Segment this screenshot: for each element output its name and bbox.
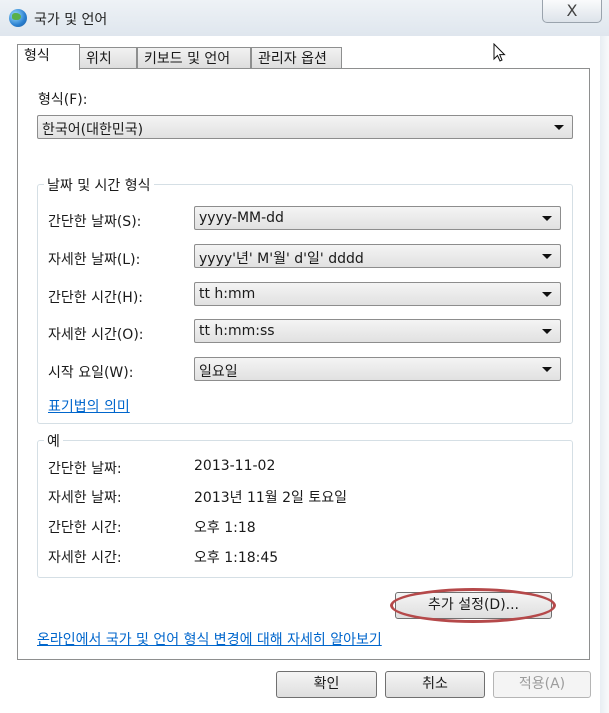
short-date-value: yyyy-MM-dd (199, 210, 284, 226)
chevron-down-icon (542, 329, 552, 334)
chevron-down-icon (542, 216, 552, 221)
first-day-label: 시작 요일(W): (48, 365, 134, 381)
short-date-label: 간단한 날짜(S): (48, 214, 142, 230)
long-time-label: 자세한 시간(O): (48, 327, 144, 343)
example-long-date-value: 2013년 11월 2일 토요일 (194, 490, 347, 506)
example-long-time-label: 자세한 시간: (48, 550, 122, 566)
short-time-dropdown[interactable]: tt h:mm (194, 282, 561, 306)
example-long-time-value: 오후 1:18:45 (194, 550, 279, 566)
tab-location[interactable]: 위치 (79, 47, 137, 69)
cancel-button[interactable]: 취소 (385, 671, 485, 698)
example-short-date-label: 간단한 날짜: (48, 461, 122, 477)
first-day-dropdown[interactable]: 일요일 (194, 357, 561, 381)
datetime-group-title: 날짜 및 시간 형식 (44, 175, 154, 195)
apply-button[interactable]: 적용(A) (493, 671, 591, 698)
short-time-label: 간단한 시간(H): (48, 290, 144, 306)
example-short-date-value: 2013-11-02 (194, 458, 276, 474)
example-short-time-label: 간단한 시간: (48, 520, 122, 536)
ok-button[interactable]: 확인 (276, 671, 377, 698)
window-title: 국가 및 언어 (34, 12, 108, 28)
tab-keyboards-languages[interactable]: 키보드 및 언어 (137, 47, 251, 69)
title-bar: 국가 및 언어 X (0, 0, 609, 36)
close-button[interactable]: X (542, 0, 602, 23)
example-short-time-value: 오후 1:18 (194, 520, 256, 536)
chevron-down-icon (542, 254, 552, 259)
additional-settings-button[interactable]: 추가 설정(D)... (395, 592, 552, 619)
long-time-value: tt h:mm:ss (199, 323, 275, 339)
chevron-down-icon (542, 292, 552, 297)
format-dropdown[interactable]: 한국어(대한민국) (37, 115, 573, 139)
online-help-link[interactable]: 온라인에서 국가 및 언어 형식 변경에 대해 자세히 알아보기 (37, 629, 382, 649)
window-frame-edge (600, 36, 609, 713)
long-date-label: 자세한 날짜(L): (48, 252, 141, 268)
notation-meaning-link[interactable]: 표기법의 의미 (48, 396, 130, 416)
short-date-dropdown[interactable]: yyyy-MM-dd (194, 206, 561, 230)
chevron-down-icon (542, 367, 552, 372)
globe-icon (9, 9, 27, 27)
example-group-title: 예 (44, 431, 63, 451)
short-time-value: tt h:mm (199, 286, 256, 302)
chevron-down-icon (554, 125, 564, 130)
long-date-dropdown[interactable]: yyyy'년' M'월' d'일' dddd (194, 244, 561, 268)
tab-format[interactable]: 형식 (17, 44, 80, 70)
format-label: 형식(F): (38, 92, 88, 108)
long-time-dropdown[interactable]: tt h:mm:ss (194, 319, 561, 343)
tab-administrative[interactable]: 관리자 옵션 (251, 47, 342, 69)
long-date-value: yyyy'년' M'월' d'일' dddd (199, 251, 364, 267)
example-long-date-label: 자세한 날짜: (48, 490, 122, 506)
format-value: 한국어(대한민국) (42, 122, 144, 138)
first-day-value: 일요일 (199, 364, 238, 380)
